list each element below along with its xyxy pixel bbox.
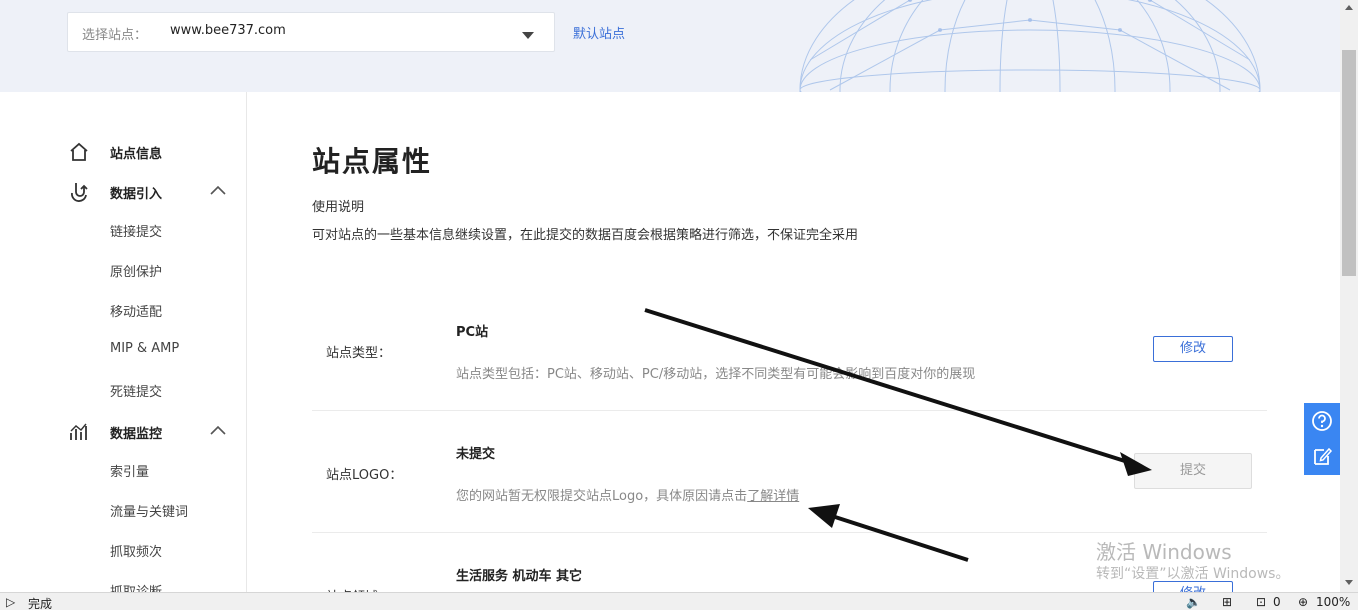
row-title: 未提交 bbox=[456, 447, 496, 462]
chevron-up-icon[interactable] bbox=[209, 423, 227, 437]
sidebar-item-index[interactable]: 索引量 bbox=[110, 461, 149, 480]
site-select-value: www.bee737.com bbox=[170, 23, 286, 38]
sidebar-item-link-submit[interactable]: 链接提交 bbox=[110, 221, 162, 240]
default-site-link[interactable]: 默认站点 bbox=[573, 23, 625, 42]
main-content: 站点属性 使用说明 可对站点的一些基本信息继续设置，在此提交的数据百度会根据策略… bbox=[248, 92, 1340, 607]
status-bar: ▷ 完成 🔈 ⊞ ⊡ 0 ⊕ 100% bbox=[0, 592, 1358, 610]
modify-site-type-button[interactable]: 修改 bbox=[1153, 336, 1233, 362]
learn-more-link[interactable]: 了解详情 bbox=[747, 489, 799, 504]
site-select-label: 选择站点： bbox=[82, 28, 148, 43]
sidebar-item-deadlink[interactable]: 死链提交 bbox=[110, 381, 162, 400]
sidebar-group-data-monitor[interactable]: 数据监控 bbox=[0, 417, 247, 445]
divider bbox=[312, 410, 1267, 411]
site-select[interactable]: 选择站点： www.bee737.com bbox=[67, 12, 555, 52]
sidebar-group-site-info[interactable]: 站点信息 bbox=[0, 137, 247, 165]
sidebar-item-mip-amp[interactable]: MIP & AMP bbox=[110, 341, 179, 356]
sidebar-item-original-protect[interactable]: 原创保护 bbox=[110, 261, 162, 280]
divider bbox=[312, 532, 1267, 533]
site-type-row: 站点类型： PC站 站点类型包括：PC站、移动站、PC/移动站，选择不同类型有可… bbox=[312, 310, 1267, 411]
sidebar-group-label: 数据监控 bbox=[110, 427, 163, 442]
sidebar-item-mobile-adapt[interactable]: 移动适配 bbox=[110, 301, 162, 320]
zoom-level[interactable]: 100% bbox=[1316, 595, 1350, 609]
submit-logo-button[interactable]: 提交 bbox=[1134, 453, 1252, 489]
row-description-text: 您的网站暂无权限提交站点Logo，具体原因请点击 bbox=[456, 489, 748, 504]
speaker-icon[interactable]: 🔈 bbox=[1186, 595, 1201, 609]
sidebar: 站点信息 数据引入 链接提交 原创保护 移动适配 MIP & AMP 死链提交 … bbox=[0, 92, 247, 600]
row-label: 站点类型： bbox=[326, 346, 392, 361]
row-description: 站点类型包括：PC站、移动站、PC/移动站，选择不同类型有可能会影响到百度对你的… bbox=[456, 367, 976, 382]
globe-decoration bbox=[799, 0, 1261, 92]
sidebar-item-traffic-keywords[interactable]: 流量与关键词 bbox=[110, 501, 188, 520]
play-icon: ▷ bbox=[6, 595, 16, 609]
page-title: 站点属性 bbox=[312, 145, 433, 178]
status-text: 完成 bbox=[28, 597, 53, 610]
activation-watermark-title: 激活 Windows bbox=[1096, 540, 1232, 564]
home-icon bbox=[70, 142, 88, 161]
top-banner: 选择站点： www.bee737.com 默认站点 bbox=[0, 0, 1340, 92]
row-title: 生活服务 机动车 其它 bbox=[456, 569, 583, 584]
chevron-up-icon[interactable] bbox=[209, 183, 227, 197]
activation-watermark-text: 转到“设置”以激活 Windows。 bbox=[1096, 566, 1290, 582]
caret-down-icon[interactable] bbox=[522, 32, 534, 39]
block-count-icon[interactable]: ⊡ bbox=[1256, 595, 1266, 609]
row-label: 站点LOGO： bbox=[326, 468, 403, 483]
usage-description: 可对站点的一些基本信息继续设置，在此提交的数据百度会根据策略进行筛选，不保证完全… bbox=[312, 228, 859, 243]
scroll-up-icon[interactable] bbox=[1345, 5, 1353, 10]
scroll-down-icon[interactable] bbox=[1345, 580, 1353, 585]
sidebar-group-label: 站点信息 bbox=[110, 147, 163, 162]
sidebar-group-label: 数据引入 bbox=[110, 187, 163, 202]
help-icon[interactable] bbox=[1311, 410, 1333, 432]
data-import-icon bbox=[71, 183, 88, 202]
row-description: 您的网站暂无权限提交站点Logo，具体原因请点击了解详情 bbox=[456, 485, 799, 504]
zoom-icon[interactable]: ⊕ bbox=[1298, 595, 1308, 609]
floating-toolbar bbox=[1304, 403, 1340, 475]
chart-icon bbox=[70, 423, 87, 440]
site-logo-row: 站点LOGO： 未提交 您的网站暂无权限提交站点Logo，具体原因请点击了解详情… bbox=[312, 432, 1267, 533]
block-count: 0 bbox=[1273, 595, 1281, 609]
new-tab-icon[interactable]: ⊞ bbox=[1222, 595, 1232, 609]
sidebar-item-crawl-frequency[interactable]: 抓取频次 bbox=[110, 541, 162, 560]
row-title: PC站 bbox=[456, 325, 489, 340]
vertical-scrollbar[interactable] bbox=[1340, 0, 1358, 592]
scroll-thumb[interactable] bbox=[1342, 50, 1356, 276]
feedback-edit-icon[interactable] bbox=[1311, 445, 1333, 467]
usage-title: 使用说明 bbox=[312, 200, 365, 215]
sidebar-group-data-import[interactable]: 数据引入 bbox=[0, 177, 247, 205]
